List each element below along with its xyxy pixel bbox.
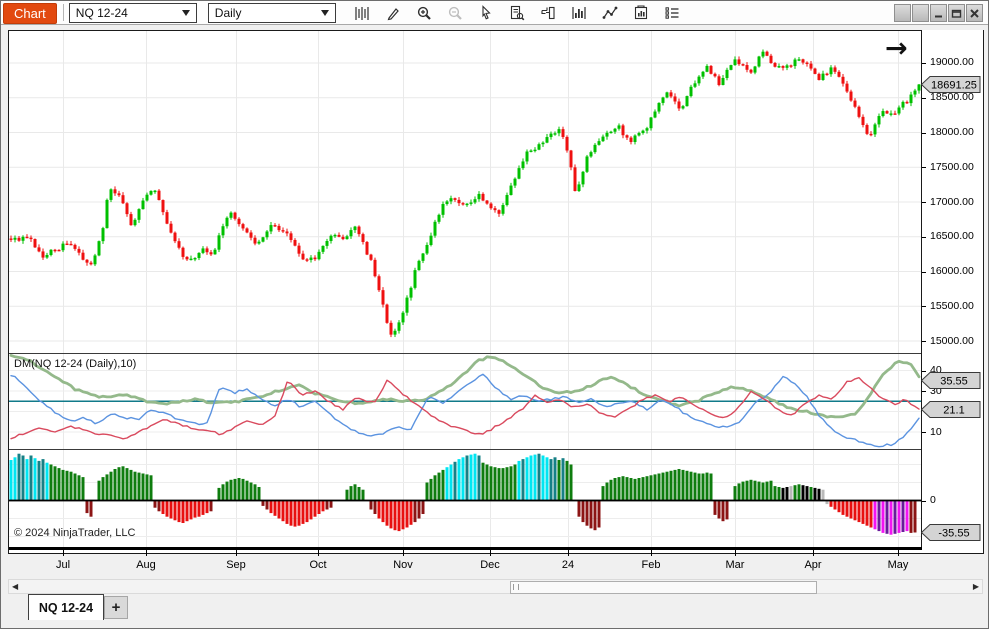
strategies-icon[interactable] bbox=[632, 4, 650, 22]
adx-histogram-panel[interactable] bbox=[9, 450, 921, 547]
time-axis-tick bbox=[568, 550, 569, 556]
data-box-icon[interactable] bbox=[508, 4, 526, 22]
interval-value: Daily bbox=[214, 5, 242, 20]
go-to-latest-arrow[interactable]: → bbox=[885, 35, 908, 62]
histogram-value-tag: -35.55 bbox=[920, 524, 981, 546]
price-panel[interactable] bbox=[9, 31, 921, 353]
axis-tick-label: 18000.00 bbox=[930, 126, 974, 138]
time-axis-label: Nov bbox=[393, 559, 413, 571]
minimize-button[interactable] bbox=[930, 4, 947, 22]
axis-tick bbox=[922, 341, 926, 342]
link-button-1[interactable] bbox=[894, 4, 911, 22]
axis-tick bbox=[922, 432, 926, 433]
dm-indicator-panel[interactable] bbox=[9, 354, 921, 449]
price-axis[interactable]: 19000.00 18500.00 18000.00 17500.00 17000.00… bbox=[920, 30, 983, 550]
link-button-2[interactable] bbox=[912, 4, 929, 22]
time-axis[interactable]: Jul Aug Sep Oct Nov Dec 24 Feb Mar Apr May bbox=[9, 550, 921, 576]
svg-text:18691.25: 18691.25 bbox=[931, 80, 977, 92]
last-price-tag: 18691.25 bbox=[920, 76, 981, 98]
time-axis-tick bbox=[63, 550, 64, 556]
axis-tick bbox=[922, 271, 926, 273]
scrollbar-thumb[interactable] bbox=[510, 581, 817, 594]
time-axis-tick bbox=[318, 550, 319, 556]
panel-divider[interactable] bbox=[9, 353, 921, 354]
axis-tick-label: 15500.00 bbox=[930, 299, 974, 312]
time-axis-tick bbox=[813, 550, 814, 556]
zoom-in-icon[interactable] bbox=[415, 4, 433, 22]
zoom-out-icon[interactable] bbox=[446, 4, 464, 22]
time-axis-label: Mar bbox=[725, 559, 745, 571]
horizontal-scrollbar[interactable]: ◀ ▶ bbox=[8, 579, 983, 594]
time-axis-tick bbox=[490, 550, 491, 556]
svg-text:21.1: 21.1 bbox=[943, 405, 964, 417]
axis-tick-label: 16000.00 bbox=[930, 265, 974, 277]
time-axis-tick bbox=[651, 550, 652, 556]
time-axis-label: Oct bbox=[309, 559, 327, 571]
interval-selector[interactable]: Daily bbox=[207, 2, 336, 23]
restore-button[interactable] bbox=[948, 4, 965, 22]
svg-text:-35.55: -35.55 bbox=[938, 528, 969, 540]
close-button[interactable] bbox=[966, 4, 983, 22]
dm-indicator-label: DM(NQ 12-24 (Daily),10) bbox=[14, 358, 137, 370]
window-title-tab[interactable]: Chart bbox=[3, 2, 57, 24]
axis-tick-label: 10 bbox=[930, 425, 942, 438]
dm-value-tag-1: 35.55 bbox=[920, 371, 981, 394]
time-axis-label: Sep bbox=[226, 559, 246, 571]
axis-tick bbox=[922, 62, 926, 64]
axis-tick-label: 15000.00 bbox=[930, 334, 974, 347]
scroll-left-arrow-icon[interactable]: ◀ bbox=[12, 582, 18, 592]
time-axis-label: Jul bbox=[55, 559, 71, 571]
instrument-selector[interactable]: NQ 12-24 bbox=[68, 2, 197, 23]
bar-spacing-icon[interactable] bbox=[353, 4, 371, 22]
indicators-icon[interactable] bbox=[570, 4, 588, 22]
time-axis-tick bbox=[735, 550, 736, 556]
chart-trader-icon[interactable] bbox=[539, 4, 557, 22]
axis-tick bbox=[922, 132, 926, 134]
tab-nq-12-24[interactable]: NQ 12-24 bbox=[28, 594, 104, 620]
time-axis-label: Aug bbox=[136, 559, 156, 571]
cursor-icon[interactable] bbox=[477, 4, 495, 22]
time-axis-label: Apr bbox=[804, 559, 822, 571]
toolbar-icons bbox=[353, 4, 681, 22]
tab-bar: NQ 12-24 + bbox=[8, 594, 983, 622]
time-axis-label: Feb bbox=[641, 559, 661, 571]
chart-window: Chart NQ 12-24 Daily DM(NQ 12-24 (Daily)… bbox=[0, 0, 989, 629]
scrollbar-grip bbox=[513, 584, 519, 590]
axis-tick-label: 17000.00 bbox=[930, 195, 974, 208]
svg-text:35.55: 35.55 bbox=[940, 375, 968, 387]
chevron-down-icon bbox=[181, 9, 190, 16]
axis-tick bbox=[922, 202, 926, 203]
properties-icon[interactable] bbox=[663, 4, 681, 22]
add-tab-button[interactable]: + bbox=[104, 596, 128, 619]
draw-pencil-icon[interactable] bbox=[384, 4, 402, 22]
time-axis-tick bbox=[146, 550, 147, 556]
axis-tick bbox=[922, 306, 926, 308]
toolbar-separator bbox=[62, 4, 64, 21]
chevron-down-icon bbox=[320, 9, 329, 16]
axis-tick bbox=[922, 236, 926, 238]
copyright-text: © 2024 NinjaTrader, LLC bbox=[14, 527, 136, 539]
axis-tick-label: 17500.00 bbox=[930, 160, 974, 173]
axis-tick-label: 19000.00 bbox=[930, 56, 974, 69]
time-axis-label: Dec bbox=[480, 559, 500, 571]
instrument-value: NQ 12-24 bbox=[75, 5, 128, 20]
axis-tick bbox=[922, 167, 926, 169]
time-axis-tick bbox=[898, 550, 899, 556]
drawing-tools-icon[interactable] bbox=[601, 4, 619, 22]
toolbar: Chart NQ 12-24 Daily bbox=[1, 1, 988, 25]
time-axis-tick bbox=[236, 550, 237, 556]
axis-tick-label: 16500.00 bbox=[930, 230, 974, 243]
time-axis-label: 24 bbox=[561, 559, 575, 571]
axis-tick-label: 0 bbox=[930, 494, 936, 506]
time-axis-label: May bbox=[887, 559, 909, 571]
axis-tick bbox=[922, 500, 926, 502]
window-controls bbox=[894, 4, 983, 22]
dm-value-tag-2: 21.1 bbox=[920, 401, 981, 423]
scroll-right-arrow-icon[interactable]: ▶ bbox=[973, 582, 979, 592]
time-axis-tick bbox=[403, 550, 404, 556]
